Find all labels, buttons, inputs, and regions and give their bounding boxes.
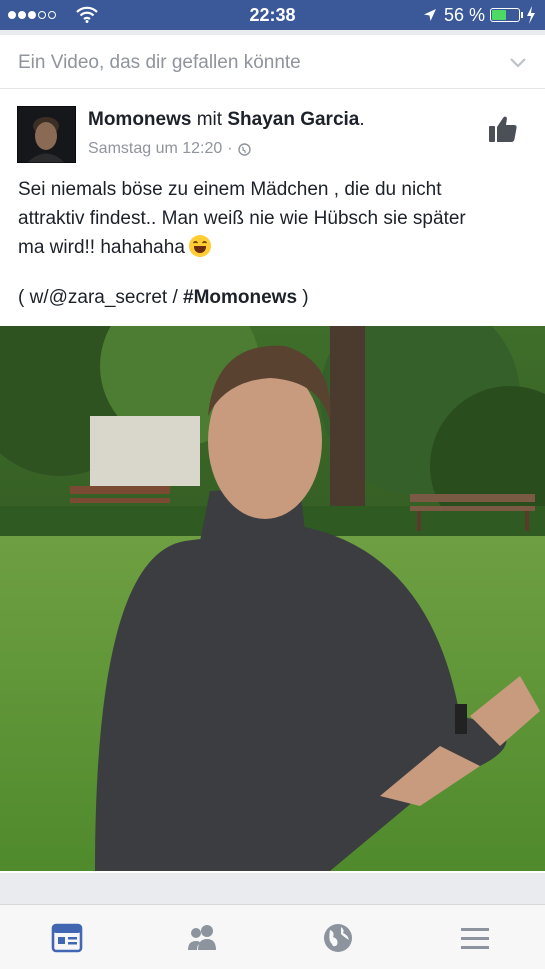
bottom-tab-bar [0, 904, 545, 969]
status-bar: 22:38 56 % [0, 0, 545, 30]
post-author-line: Momonews mit Shayan Garcia. [88, 109, 365, 131]
post-text-line-3: ma wird!! hahahaha [18, 233, 533, 262]
video-frame [0, 326, 545, 871]
page-name-link[interactable]: Momonews [88, 109, 191, 130]
post-timestamp[interactable]: Samstag um 12:20 [88, 140, 222, 158]
tags-prefix: ( w/@zara_secret / [18, 287, 183, 308]
battery-percentage: 56 % [444, 5, 486, 25]
page-avatar[interactable] [17, 106, 76, 163]
globe-icon [237, 142, 251, 156]
charging-bolt-icon [527, 6, 535, 24]
post-body: Sei niemals böse zu einem Mädchen , die … [18, 175, 533, 262]
chevron-down-icon[interactable] [509, 57, 527, 69]
battery-tip [521, 12, 523, 18]
post-meta: Samstag um 12:20 · [88, 140, 251, 158]
tears-of-joy-emoji-icon [188, 235, 211, 257]
tagged-person-link[interactable]: Shayan Garcia [227, 109, 359, 130]
like-icon[interactable] [488, 115, 518, 143]
author-connector: mit [196, 109, 223, 130]
location-arrow-icon [424, 9, 436, 21]
post-tags-line: ( w/@zara_secret / #Momonews ) [18, 287, 309, 309]
hashtag-link[interactable]: #Momonews [183, 287, 297, 308]
suggestion-header: Ein Video, das dir gefallen könnte [0, 35, 545, 89]
friends-icon[interactable] [186, 922, 218, 954]
post-text-line: ma wird!! hahahaha [18, 237, 185, 258]
tags-suffix: ) [297, 287, 309, 308]
globe-icon[interactable] [322, 922, 354, 954]
suggestion-header-text: Ein Video, das dir gefallen könnte [18, 52, 301, 73]
battery-icon [490, 8, 520, 22]
author-trailing: . [359, 109, 365, 130]
video-player[interactable] [0, 326, 545, 871]
battery-level-fill [492, 10, 506, 20]
post-text-line: attraktiv findest.. Man weiß nie wie Hüb… [18, 208, 466, 229]
news-feed-icon[interactable] [51, 922, 83, 954]
feed-post-card: Ein Video, das dir gefallen könnte Momon… [0, 35, 545, 873]
post-text-line: Sei niemals böse zu einem Mädchen , die … [18, 179, 442, 200]
menu-icon[interactable] [459, 922, 491, 954]
meta-separator: · [227, 140, 233, 157]
